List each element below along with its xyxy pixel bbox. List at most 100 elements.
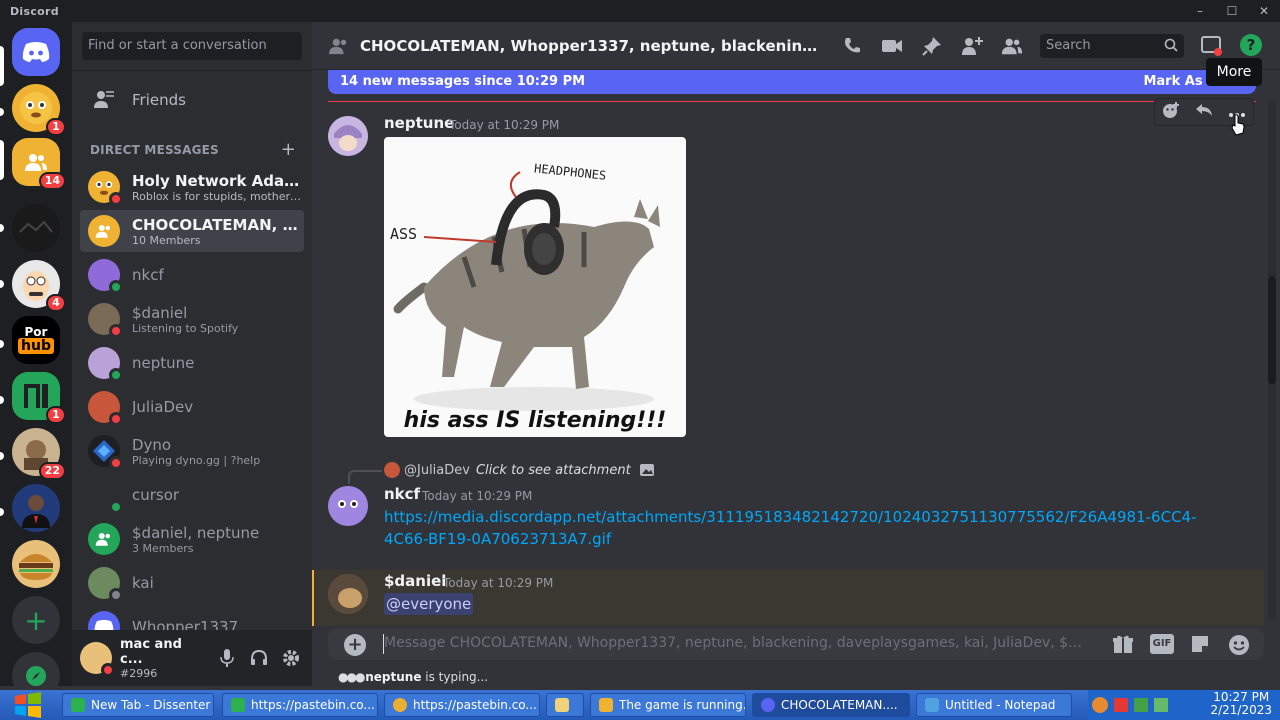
user-avatar[interactable] xyxy=(80,642,115,677)
clock[interactable]: 10:27 PM 2/21/2023 xyxy=(1210,691,1272,717)
dm-item-whopper1337[interactable]: Whopper1337 xyxy=(80,606,304,630)
dm-item-daniel[interactable]: $daniel Listening to Spotify xyxy=(80,298,304,340)
gift-icon[interactable] xyxy=(1112,634,1134,654)
server-group-dm[interactable]: 14 xyxy=(12,138,66,190)
message-composer[interactable]: + Message CHOCOLATEMAN, Whopper1337, nep… xyxy=(328,628,1264,660)
upload-plus-icon[interactable]: + xyxy=(344,634,366,656)
status-dnd xyxy=(109,192,123,206)
dm-name: kai xyxy=(132,574,154,592)
message-avatar[interactable] xyxy=(328,486,368,526)
reply-spine xyxy=(348,470,382,484)
group-icon xyxy=(95,225,110,238)
group-icon xyxy=(25,154,47,171)
taskbar-item-dissenter[interactable]: New Tab - Dissenter xyxy=(62,693,214,717)
server-9[interactable] xyxy=(12,540,60,588)
member-list-icon[interactable] xyxy=(1000,34,1024,58)
message-avatar[interactable] xyxy=(328,116,368,156)
server-8[interactable] xyxy=(12,484,60,532)
flag-icon[interactable] xyxy=(1114,698,1128,712)
dm-item-daniel-neptune[interactable]: $daniel, neptune 3 Members xyxy=(80,518,304,560)
help-icon[interactable]: ? xyxy=(1240,34,1262,56)
status-online xyxy=(109,500,123,514)
dm-item-holy-network-adapter[interactable]: Holy Network Adapter Roblox is for stupid… xyxy=(80,166,304,208)
taskbar-label: https://pastebin.co... xyxy=(251,698,375,712)
dm-item-neptune[interactable]: neptune xyxy=(80,342,304,384)
taskbar-item-pastebin-1[interactable]: https://pastebin.co... xyxy=(222,693,378,717)
search-icon xyxy=(1164,38,1178,52)
taskbar-item-game[interactable]: The game is running... xyxy=(590,693,746,717)
reply-author[interactable]: @JuliaDev xyxy=(404,463,470,478)
message-image-attachment[interactable]: HEADPHONES ASS his ass IS listening!!! xyxy=(384,137,686,437)
gif-button[interactable]: GIF xyxy=(1150,634,1174,654)
create-dm-plus-icon[interactable]: + xyxy=(281,139,296,160)
video-call-icon[interactable] xyxy=(880,34,904,58)
maximize-icon[interactable]: ☐ xyxy=(1216,0,1248,22)
server-5[interactable]: Por hub xyxy=(12,316,60,364)
emoji-picker-icon[interactable] xyxy=(1228,634,1250,656)
discord-logo-icon xyxy=(22,42,50,62)
taskbar-item-explorer[interactable] xyxy=(546,693,584,717)
header-search-input[interactable]: Search xyxy=(1040,34,1184,58)
message-author[interactable]: $daniel xyxy=(384,572,446,590)
taskbar-item-notepad[interactable]: Untitled - Notepad xyxy=(916,693,1072,717)
message-avatar[interactable] xyxy=(328,574,368,614)
dm-item-juliadev[interactable]: JuliaDev xyxy=(80,386,304,428)
dm-search-input[interactable]: Find or start a conversation xyxy=(82,32,302,60)
app-title: Discord xyxy=(10,4,59,18)
reply-reference[interactable]: @JuliaDev Click to see attachment xyxy=(384,462,655,478)
browser-icon xyxy=(231,698,245,712)
reply-text[interactable]: Click to see attachment xyxy=(476,463,631,478)
pinned-messages-icon[interactable] xyxy=(920,34,944,58)
add-reaction-icon[interactable] xyxy=(1162,101,1180,123)
scrollbar-thumb[interactable] xyxy=(1268,276,1276,384)
message-author[interactable]: neptune xyxy=(384,114,454,132)
server-4-badge: 4 xyxy=(46,294,66,312)
taskbar-item-pastebin-2[interactable]: https://pastebin.co... xyxy=(384,693,540,717)
system-tray: 10:27 PM 2/21/2023 xyxy=(1088,690,1280,720)
friends-nav-item[interactable]: Friends xyxy=(80,79,304,121)
message-timestamp: Today at 10:29 PM xyxy=(443,576,554,590)
message-link[interactable]: https://media.discordapp.net/attachments… xyxy=(384,506,1204,550)
headphones-icon[interactable] xyxy=(248,647,270,669)
status-dnd xyxy=(101,663,115,677)
add-server-button[interactable]: + xyxy=(12,596,60,644)
home-button[interactable] xyxy=(12,28,60,76)
message-timestamp: Today at 10:29 PM xyxy=(422,489,533,503)
dm-section-header: DIRECT MESSAGES + xyxy=(90,139,296,160)
image-attachment-icon xyxy=(639,464,654,476)
status-dnd xyxy=(109,412,123,426)
settings-gear-icon[interactable] xyxy=(280,647,302,669)
minimize-icon[interactable]: – xyxy=(1184,0,1216,22)
server-1[interactable]: 1 xyxy=(12,84,66,136)
new-messages-bar[interactable]: 14 new messages since 10:29 PM Mark As R… xyxy=(328,70,1256,94)
more-tooltip: More xyxy=(1206,58,1262,86)
close-icon[interactable]: ✕ xyxy=(1248,0,1280,22)
purple-blob-avatar-icon xyxy=(328,486,368,526)
dm-item-chocolateman-group[interactable]: CHOCOLATEMAN, W... 10 Members xyxy=(80,210,304,252)
server-4[interactable]: 4 xyxy=(12,260,66,312)
message-input[interactable]: Message CHOCOLATEMAN, Whopper1337, neptu… xyxy=(384,635,1084,651)
start-button[interactable] xyxy=(8,690,48,720)
reply-icon[interactable] xyxy=(1195,102,1213,122)
dm-item-nkcf[interactable]: nkcf xyxy=(80,254,304,296)
server-6[interactable]: 1 xyxy=(12,372,66,424)
microphone-icon[interactable] xyxy=(216,647,238,669)
tray-chevron-icon[interactable] xyxy=(1092,697,1108,713)
channel-title[interactable]: CHOCOLATEMAN, Whopper1337, neptune, blac… xyxy=(360,37,820,55)
server-3[interactable] xyxy=(12,204,60,252)
server-7[interactable]: 22 xyxy=(12,428,66,480)
message-author[interactable]: nkcf xyxy=(384,485,420,503)
voice-call-icon[interactable] xyxy=(840,34,864,58)
inbox-icon[interactable] xyxy=(1200,34,1222,56)
sticker-icon[interactable] xyxy=(1190,634,1210,654)
volume-icon[interactable] xyxy=(1154,698,1168,712)
network-icon[interactable] xyxy=(1134,698,1148,712)
dm-item-kai[interactable]: kai xyxy=(80,562,304,604)
sidebar-divider xyxy=(72,70,312,71)
dm-item-cursor[interactable]: cursor xyxy=(80,474,304,516)
everyone-mention[interactable]: @everyone xyxy=(384,593,474,615)
dm-name: $daniel xyxy=(132,303,188,322)
dm-item-dyno[interactable]: Dyno Playing dyno.gg | ?help xyxy=(80,430,304,472)
taskbar-item-discord[interactable]: CHOCOLATEMAN.... xyxy=(752,693,910,717)
add-friends-to-dm-icon[interactable] xyxy=(960,34,984,58)
